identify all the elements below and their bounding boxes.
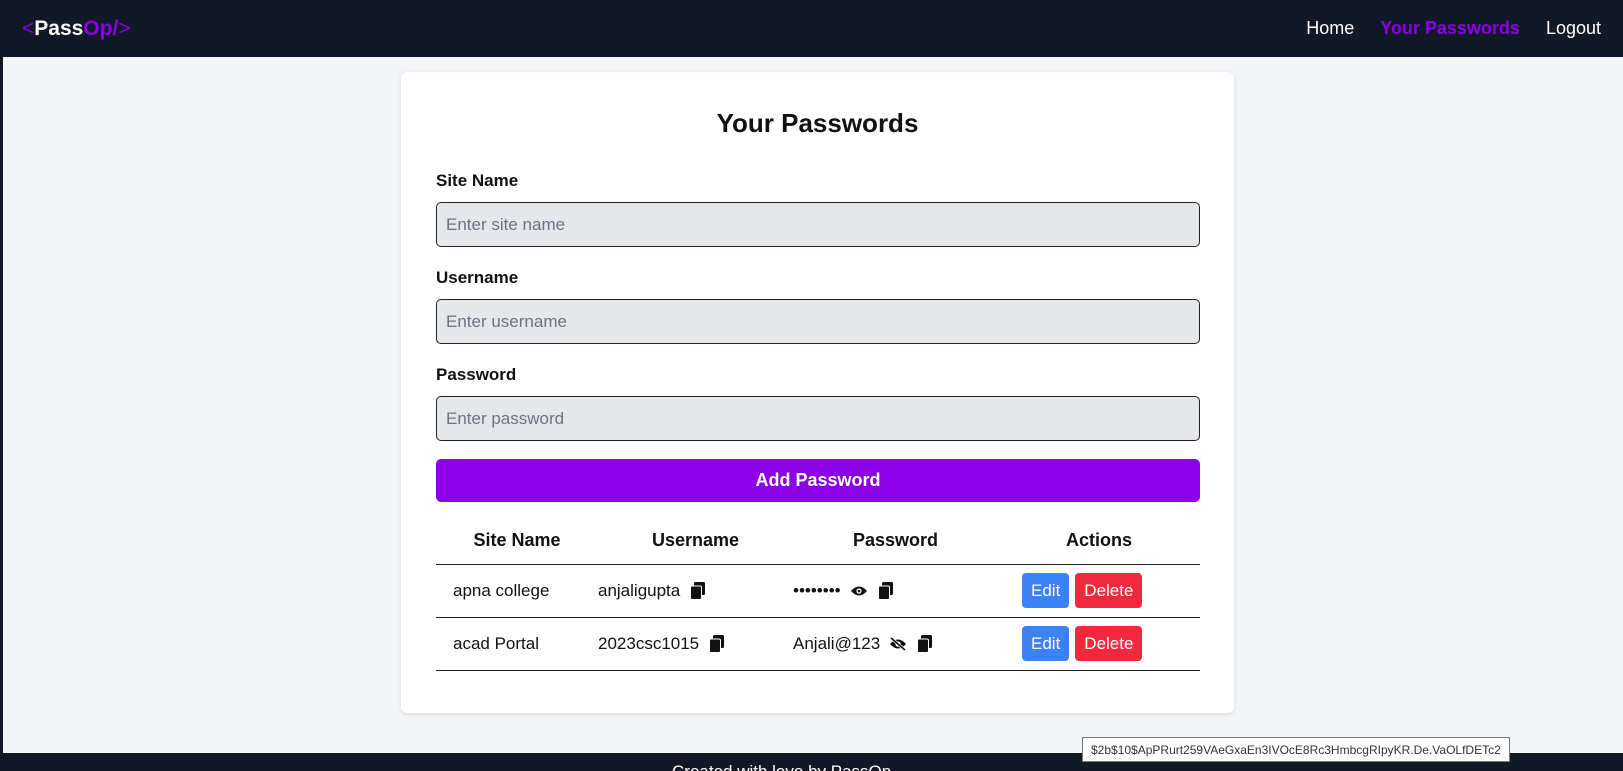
site-name-label: Site Name (436, 171, 519, 190)
logo[interactable]: < Pass Op/ > (22, 17, 131, 41)
copy-icon[interactable] (916, 634, 934, 653)
passwords-table: Site Name Username Password Actions apna… (436, 518, 1200, 671)
nav-your-passwords[interactable]: Your Passwords (1380, 18, 1520, 39)
delete-button[interactable]: Delete (1075, 573, 1143, 608)
table-row: acad Portal 2023csc1015 Anjali@123 Edit … (436, 617, 1200, 671)
password-cell: •••••••• (793, 564, 998, 618)
password-cell: Anjali@123 (793, 617, 998, 671)
header-actions: Actions (998, 518, 1200, 565)
password-card: Your Passwords Site Name Username Passwo… (401, 72, 1234, 713)
edit-button[interactable]: Edit (1022, 573, 1070, 608)
logo-close-bracket: > (118, 16, 131, 40)
copy-icon[interactable] (708, 634, 726, 653)
eye-icon[interactable] (850, 582, 868, 600)
site-cell: apna college (436, 564, 598, 618)
logo-pass: Pass (34, 16, 84, 40)
actions-cell: Edit Delete (998, 617, 1200, 671)
nav-links: Home Your Passwords Logout (1306, 18, 1601, 39)
logo-op: Op/ (83, 16, 119, 40)
table-header-row: Site Name Username Password Actions (436, 518, 1200, 565)
left-edge (0, 57, 3, 771)
hash-tooltip: $2b$10$ApPRurt259VAeGxaEn3IVOcE8Rc3Hmbcg… (1082, 737, 1510, 762)
table-row: apna college anjaligupta •••••••• Edit D… (436, 564, 1200, 618)
header-username: Username (598, 518, 793, 565)
username-value: 2023csc1015 (598, 633, 700, 653)
username-label: Username (436, 268, 519, 287)
delete-button[interactable]: Delete (1075, 626, 1143, 661)
copy-icon[interactable] (877, 581, 895, 600)
actions-cell: Edit Delete (998, 564, 1200, 618)
eye-slash-icon[interactable] (889, 635, 907, 653)
page-title: Your Passwords (716, 108, 919, 138)
username-cell: 2023csc1015 (598, 617, 793, 671)
password-value: •••••••• (793, 580, 841, 600)
password-label: Password (436, 365, 517, 384)
nav-home[interactable]: Home (1306, 18, 1354, 39)
site-name-input[interactable] (436, 202, 1200, 247)
logo-open-bracket: < (22, 16, 35, 40)
navbar: < Pass Op/ > Home Your Passwords Logout (0, 0, 1623, 57)
copy-icon[interactable] (689, 581, 707, 600)
site-cell: acad Portal (436, 617, 598, 671)
header-password: Password (793, 518, 998, 565)
username-cell: anjaligupta (598, 564, 793, 618)
password-value: Anjali@123 (793, 633, 881, 653)
username-input[interactable] (436, 299, 1200, 344)
nav-logout[interactable]: Logout (1546, 18, 1601, 39)
edit-button[interactable]: Edit (1022, 626, 1070, 661)
header-site-name: Site Name (436, 518, 598, 565)
footer-text: Created with love by PassOp (672, 762, 891, 771)
password-input[interactable] (436, 396, 1200, 441)
add-password-button[interactable]: Add Password (436, 459, 1200, 502)
username-value: anjaligupta (598, 580, 681, 600)
